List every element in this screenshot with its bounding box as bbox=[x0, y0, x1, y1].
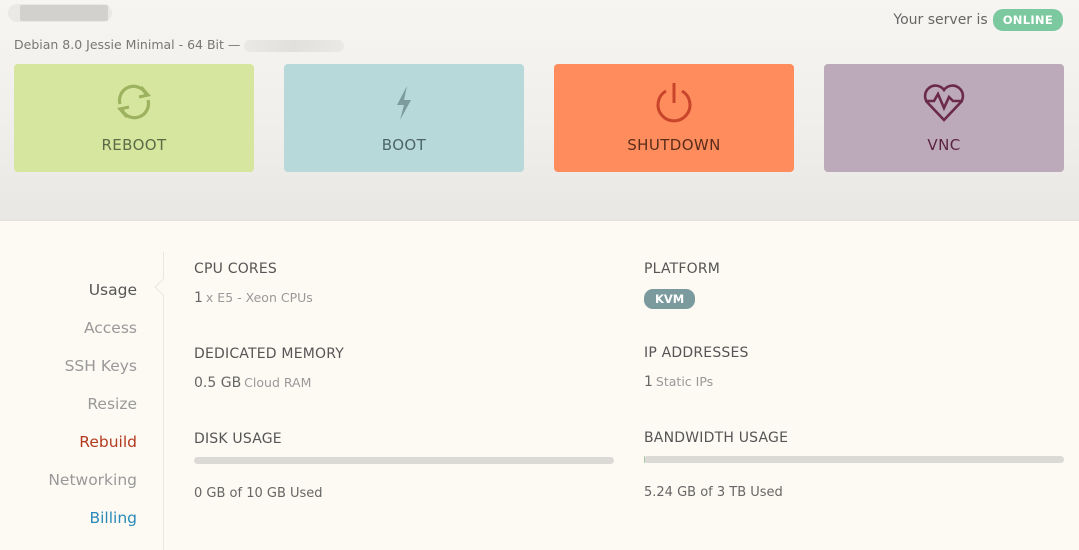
boot-label: BOOT bbox=[381, 136, 427, 154]
shutdown-button[interactable]: SHUTDOWN bbox=[554, 64, 794, 172]
disk-title: DISK USAGE bbox=[194, 431, 282, 447]
platform-badge: KVM bbox=[644, 289, 696, 309]
ip-unit: Static IPs bbox=[655, 374, 714, 389]
os-label: Debian 8.0 Jessie Minimal - 64 Bit — bbox=[14, 37, 241, 52]
side-nav: Usage Access SSH Keys Resize Rebuild Net… bbox=[0, 252, 172, 550]
bandwidth-caption: 5.24 GB of 3 TB Used bbox=[644, 485, 783, 500]
memory-title: DEDICATED MEMORY bbox=[194, 346, 345, 362]
lightning-icon bbox=[397, 86, 411, 120]
status-badge: ONLINE bbox=[992, 9, 1063, 31]
cpu-unit: x E5 - Xeon CPUs bbox=[205, 290, 313, 305]
cpu-count: 1 bbox=[194, 290, 203, 306]
cpu-value: 1x E5 - Xeon CPUs bbox=[194, 290, 313, 306]
reboot-button[interactable]: REBOOT bbox=[14, 64, 254, 172]
ip-value: 1 Static IPs bbox=[644, 374, 713, 390]
nav-ssh-keys[interactable]: SSH Keys bbox=[65, 357, 137, 375]
ip-title: IP ADDRESSES bbox=[644, 345, 749, 361]
os-info: Debian 8.0 Jessie Minimal - 64 Bit — bbox=[14, 37, 345, 52]
bandwidth-usage-bar bbox=[644, 456, 1064, 463]
active-indicator bbox=[154, 278, 172, 296]
reboot-label: REBOOT bbox=[101, 136, 167, 154]
boot-button[interactable]: BOOT bbox=[284, 64, 524, 172]
memory-value: 0.5 GB Cloud RAM bbox=[194, 375, 311, 391]
nav-resize[interactable]: Resize bbox=[87, 395, 137, 413]
refresh-icon bbox=[117, 84, 151, 120]
server-status: Your server is ONLINE bbox=[893, 9, 1063, 31]
ip-redacted bbox=[244, 39, 345, 52]
ip-count: 1 bbox=[644, 374, 653, 390]
shutdown-label: SHUTDOWN bbox=[627, 136, 721, 154]
heart-monitor-icon bbox=[923, 84, 965, 122]
vnc-button[interactable]: VNC bbox=[824, 64, 1064, 172]
power-icon bbox=[656, 83, 692, 123]
bandwidth-usage-fill bbox=[644, 456, 645, 463]
server-name-redacted bbox=[8, 4, 112, 22]
disk-usage-bar bbox=[194, 457, 614, 464]
nav-access[interactable]: Access bbox=[84, 319, 137, 337]
server-header: Debian 8.0 Jessie Minimal - 64 Bit — You… bbox=[0, 0, 1079, 221]
memory-unit: Cloud RAM bbox=[244, 375, 312, 390]
bandwidth-title: BANDWIDTH USAGE bbox=[644, 430, 789, 446]
vnc-label: VNC bbox=[927, 136, 961, 154]
nav-networking[interactable]: Networking bbox=[48, 471, 137, 489]
nav-rebuild[interactable]: Rebuild bbox=[79, 433, 137, 451]
nav-billing[interactable]: Billing bbox=[89, 509, 137, 527]
nav-usage[interactable]: Usage bbox=[89, 281, 137, 299]
disk-caption: 0 GB of 10 GB Used bbox=[194, 486, 323, 501]
status-text: Your server is bbox=[893, 12, 988, 28]
memory-amount: 0.5 GB bbox=[194, 375, 242, 391]
platform-title: PLATFORM bbox=[644, 261, 721, 277]
cpu-title: CPU CORES bbox=[194, 261, 277, 277]
